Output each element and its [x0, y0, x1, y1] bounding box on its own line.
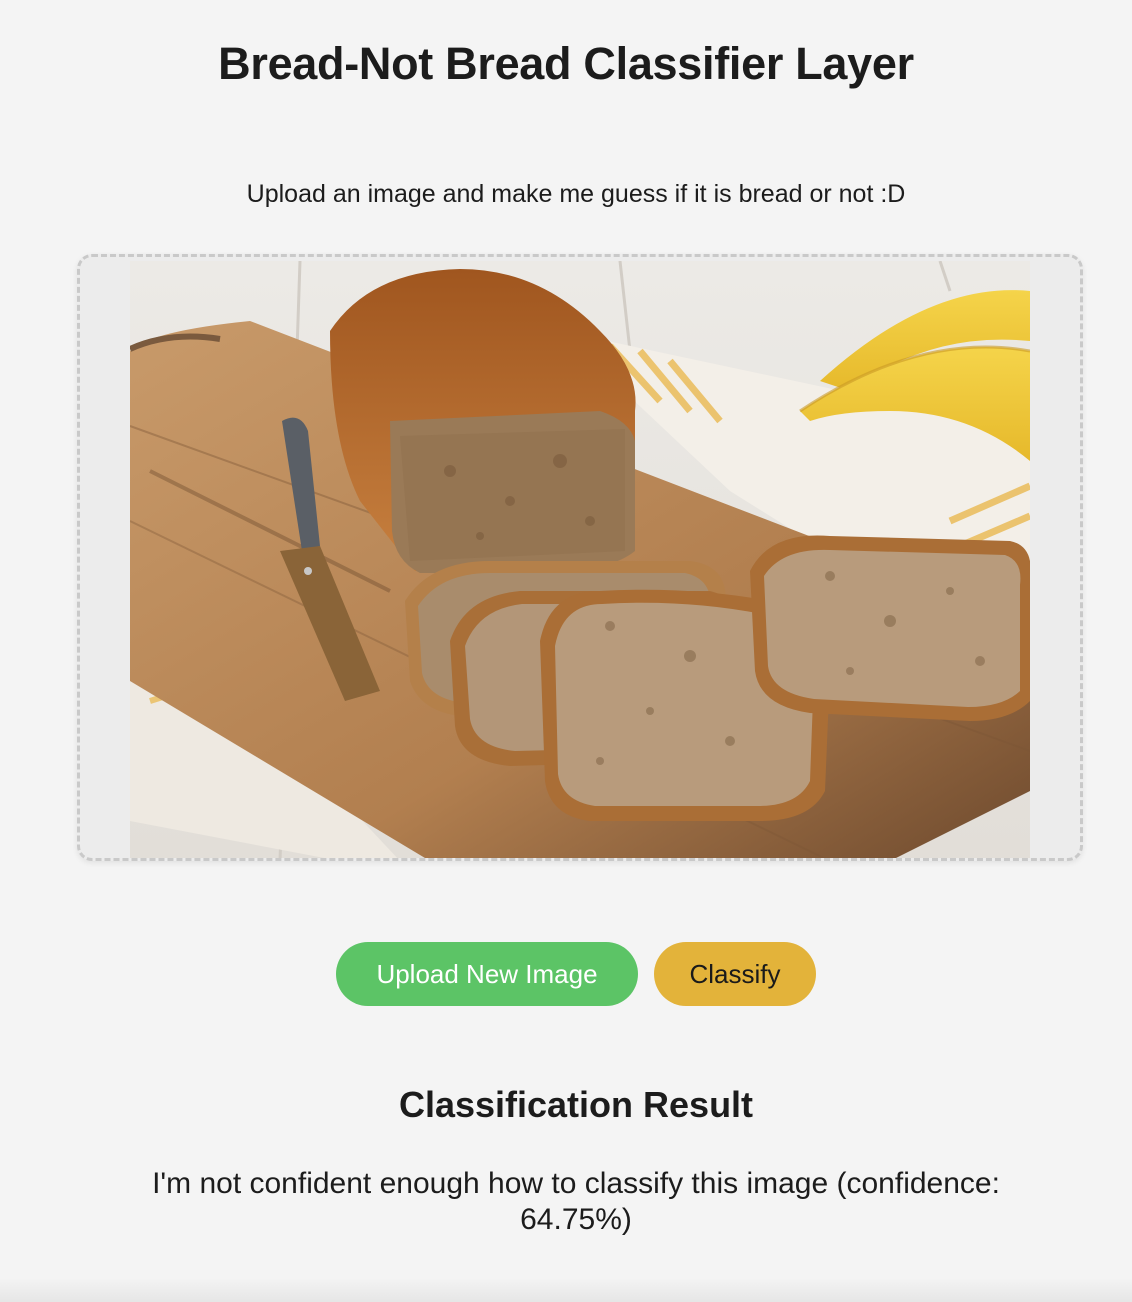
bottom-edge-shadow: [0, 1278, 1132, 1302]
instructions-text: Upload an image and make me guess if it …: [246, 180, 906, 208]
image-dropzone[interactable]: [77, 254, 1083, 861]
result-message: I'm not confident enough how to classify…: [152, 1167, 1000, 1236]
page-title: Bread-Not Bread Classifier Layer: [218, 38, 914, 89]
result-title: Classification Result: [398, 1084, 754, 1125]
page: Bread-Not Bread Classifier Layer Upload …: [0, 0, 1132, 1302]
upload-new-image-button[interactable]: Upload New Image: [336, 942, 638, 1006]
image-preview: [130, 261, 1030, 858]
classify-button[interactable]: Classify: [654, 942, 816, 1006]
